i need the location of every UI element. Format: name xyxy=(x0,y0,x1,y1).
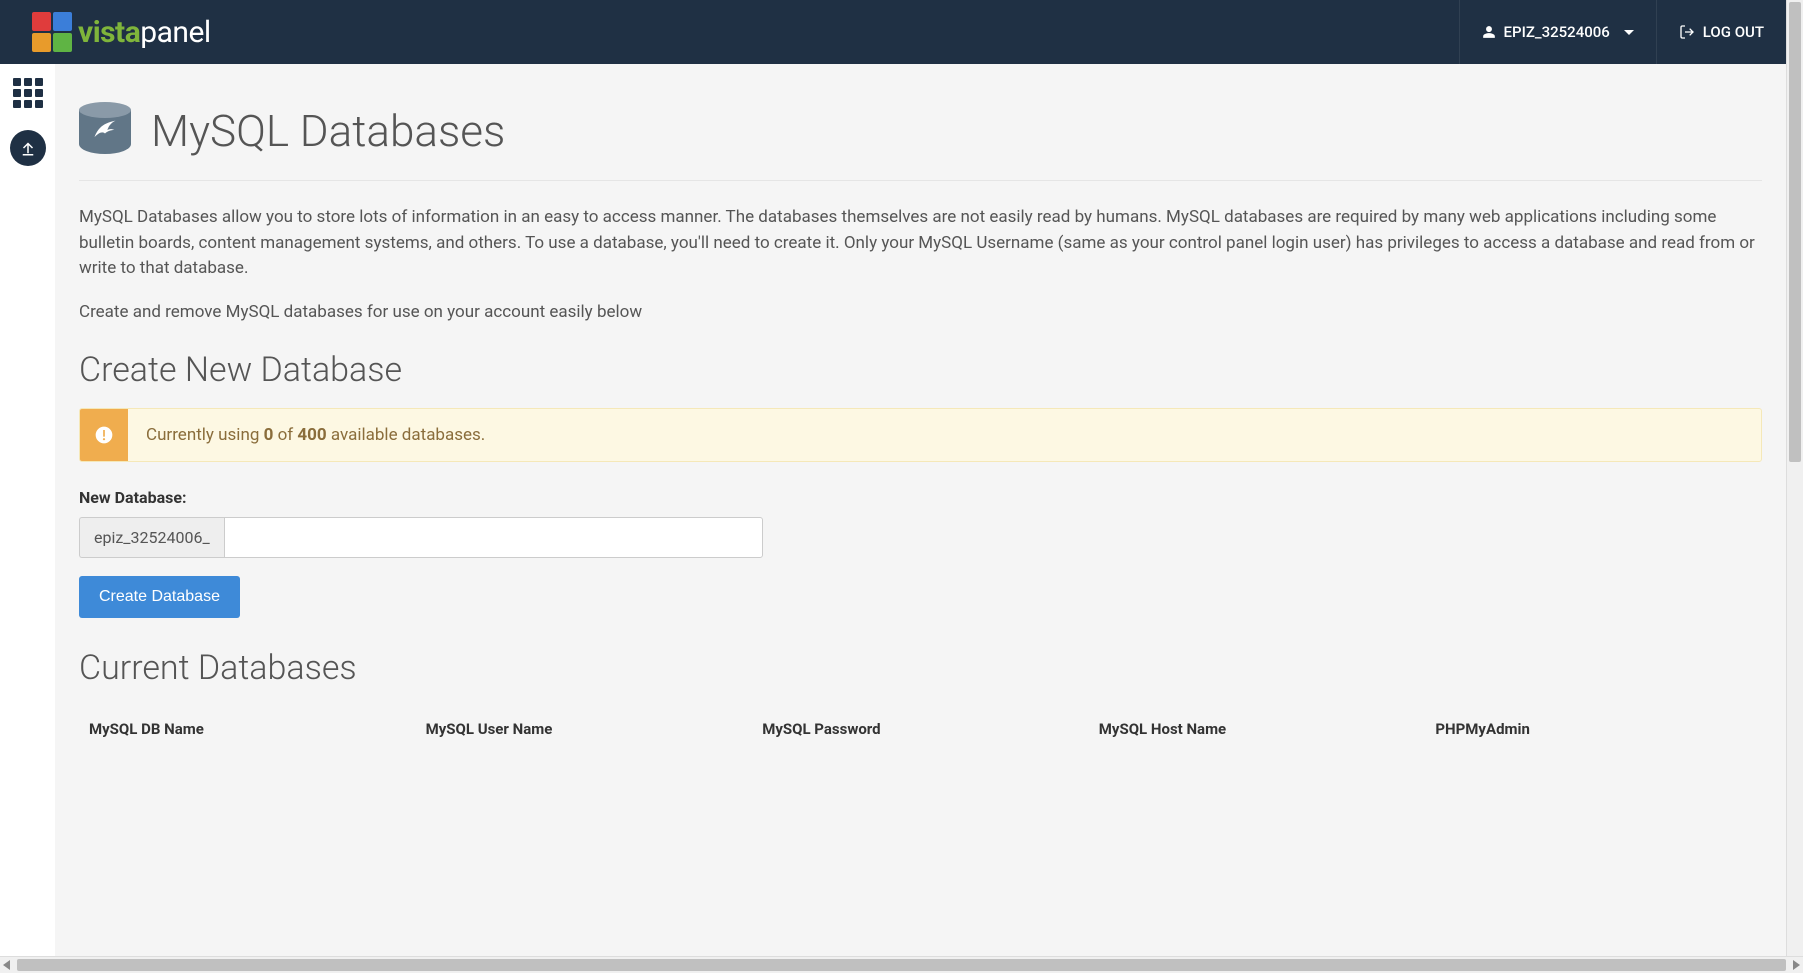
databases-table-header: MySQL DB Name MySQL User Name MySQL Pass… xyxy=(79,706,1762,744)
main-content: MySQL Databases MySQL Databases allow yo… xyxy=(55,64,1786,956)
app-header: vistapanel EPIZ_32524006 LOG OUT xyxy=(0,0,1786,64)
col-phpmyadmin: PHPMyAdmin xyxy=(1425,714,1762,744)
horizontal-scrollbar-thumb[interactable] xyxy=(17,959,1786,971)
usage-alert: Currently using 0 of 400 available datab… xyxy=(79,408,1762,462)
horizontal-scrollbar[interactable] xyxy=(0,956,1803,973)
create-database-button[interactable]: Create Database xyxy=(79,576,240,618)
brand-text: vistapanel xyxy=(78,15,211,50)
vertical-scrollbar[interactable] xyxy=(1786,0,1803,956)
user-menu[interactable]: EPIZ_32524006 xyxy=(1459,0,1656,64)
database-name-input[interactable] xyxy=(224,517,763,558)
brand-logo[interactable]: vistapanel xyxy=(32,12,211,52)
logout-label: LOG OUT xyxy=(1703,23,1764,41)
alert-icon-wrap xyxy=(80,409,128,461)
user-icon xyxy=(1482,25,1496,39)
page-title-row: MySQL Databases xyxy=(79,88,1762,181)
logout-icon xyxy=(1679,24,1695,40)
username-label: EPIZ_32524006 xyxy=(1504,23,1610,41)
chevron-down-icon xyxy=(1624,30,1634,35)
page-description: MySQL Databases allow you to store lots … xyxy=(79,205,1762,282)
logo-squares-icon xyxy=(32,12,72,52)
database-name-input-group: epiz_32524006_ xyxy=(79,517,763,558)
scroll-left-icon[interactable] xyxy=(3,960,10,970)
warning-icon xyxy=(94,425,114,445)
new-database-label: New Database: xyxy=(79,488,1762,507)
database-icon xyxy=(79,102,131,160)
col-host-name: MySQL Host Name xyxy=(1089,714,1426,744)
logout-button[interactable]: LOG OUT xyxy=(1656,0,1786,64)
current-databases-heading: Current Databases xyxy=(79,648,1762,688)
sidebar xyxy=(0,64,55,956)
col-password: MySQL Password xyxy=(752,714,1089,744)
database-prefix: epiz_32524006_ xyxy=(79,517,224,558)
alert-text: Currently using 0 of 400 available datab… xyxy=(128,409,503,461)
col-user-name: MySQL User Name xyxy=(416,714,753,744)
col-db-name: MySQL DB Name xyxy=(79,714,416,744)
page-title: MySQL Databases xyxy=(151,105,505,157)
vertical-scrollbar-thumb[interactable] xyxy=(1789,2,1801,462)
create-database-heading: Create New Database xyxy=(79,350,1762,390)
upload-button[interactable] xyxy=(10,130,46,166)
apps-grid-icon[interactable] xyxy=(13,78,43,108)
page-sub-description: Create and remove MySQL databases for us… xyxy=(79,302,1762,322)
scroll-right-icon[interactable] xyxy=(1793,960,1800,970)
upload-icon xyxy=(19,139,37,157)
